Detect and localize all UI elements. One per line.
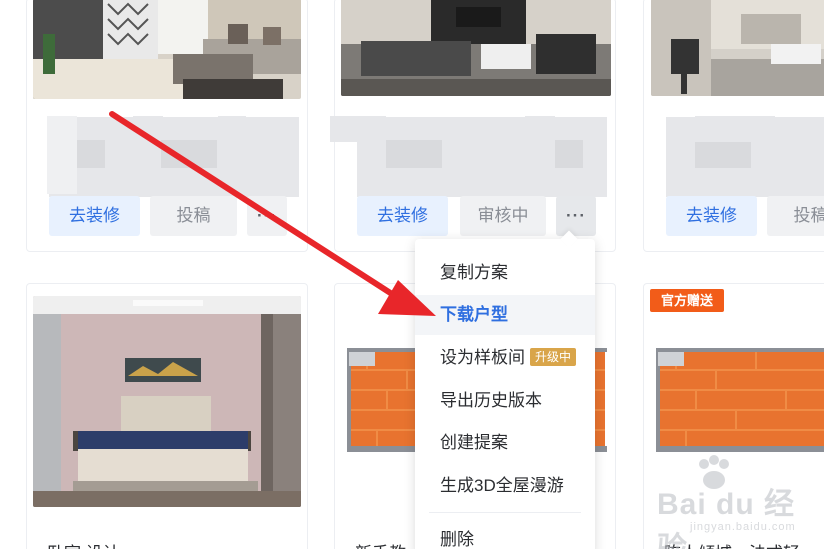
floorplan-thumbnail[interactable] [656, 344, 824, 454]
design-card-2[interactable]: 去装修 审核中 ··· [334, 0, 616, 252]
watermark-brand: Bai du 经验 [657, 488, 796, 549]
design-thumbnail[interactable] [33, 296, 301, 507]
renovate-button[interactable]: 去装修 [666, 196, 757, 236]
watermark-url: jingyan.baidu.com [690, 521, 796, 533]
submit-button[interactable]: 投稿 [150, 196, 237, 236]
menu-item-set-showroom[interactable]: 设为样板间 升级中 [415, 338, 595, 378]
design-thumbnail[interactable] [33, 0, 301, 99]
design-thumbnail[interactable] [651, 0, 824, 96]
menu-item-download-floorplan[interactable]: 下载户型 [415, 295, 595, 335]
menu-item-label: 删除 [440, 530, 474, 549]
menu-item-label: 导出历史版本 [440, 391, 542, 410]
baidu-jingyan-watermark: Bai du 经验 jingyan.baidu.com [622, 454, 822, 549]
more-actions-menu: 复制方案 下载户型 设为样板间 升级中 导出历史版本 创建提案 生成3D全屋漫游 … [415, 230, 595, 549]
design-list-page: 去装修 投稿 ··· 去装修 审核中 ··· 去装修 投稿 官方赠送 复制方案 … [0, 0, 824, 549]
blurred-title [357, 117, 607, 197]
upgrading-badge: 升级中 [530, 348, 577, 366]
design-thumbnail[interactable] [341, 0, 611, 96]
submit-button[interactable]: 投稿 [767, 196, 824, 236]
more-button[interactable]: ··· [247, 196, 287, 236]
menu-divider [429, 512, 581, 513]
menu-item-label: 设为样板间 [440, 348, 525, 367]
menu-item-label: 生成3D全屋漫游 [440, 476, 564, 495]
menu-item-generate-3d-tour[interactable]: 生成3D全屋漫游 [415, 466, 595, 506]
renovate-button[interactable]: 去装修 [49, 196, 140, 236]
more-button[interactable]: ··· [556, 196, 596, 236]
blurred-title [49, 117, 299, 197]
design-title[interactable]: 新手教 [355, 539, 406, 549]
menu-item-export-history[interactable]: 导出历史版本 [415, 381, 595, 421]
design-title[interactable]: 卧室 设计 [47, 539, 120, 549]
menu-item-create-proposal[interactable]: 创建提案 [415, 423, 595, 463]
review-status-button[interactable]: 审核中 [460, 196, 546, 236]
design-card-1[interactable]: 去装修 投稿 ··· [26, 0, 308, 252]
menu-item-delete[interactable]: 删除 [415, 520, 595, 549]
official-gift-tag: 官方赠送 [650, 289, 724, 312]
menu-item-label: 下载户型 [440, 305, 508, 324]
menu-item-copy-design[interactable]: 复制方案 [415, 253, 595, 293]
renovate-button[interactable]: 去装修 [357, 196, 448, 236]
design-card-4[interactable]: 卧室 设计 [26, 283, 308, 549]
menu-item-label: 复制方案 [440, 263, 508, 282]
design-card-3[interactable]: 去装修 投稿 [643, 0, 824, 252]
blurred-title [666, 117, 824, 197]
menu-item-label: 创建提案 [440, 433, 508, 452]
